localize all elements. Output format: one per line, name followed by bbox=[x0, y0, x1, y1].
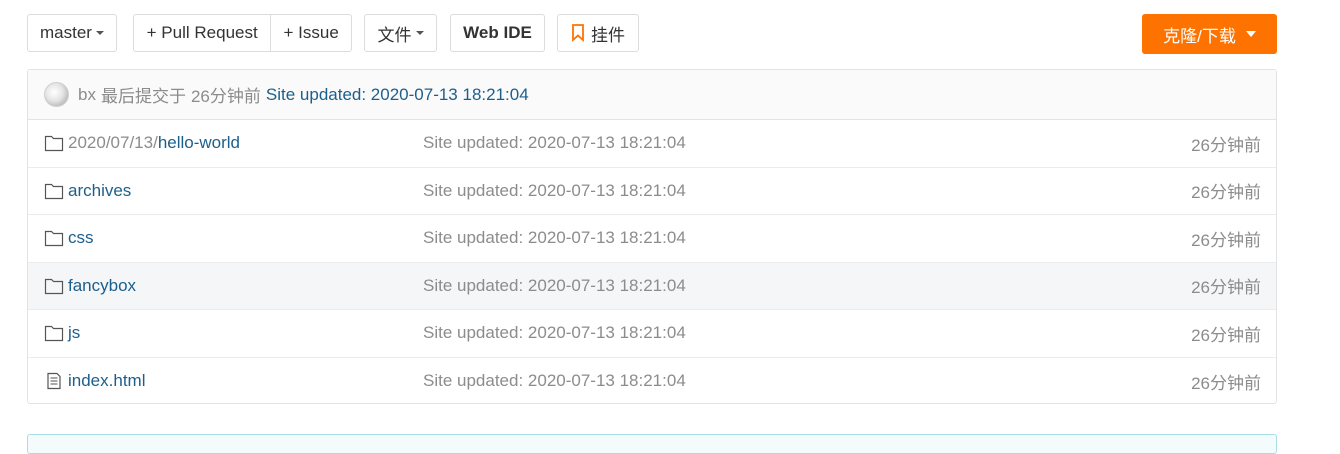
commit-author[interactable]: bx bbox=[78, 85, 96, 105]
file-time: 26分钟前 bbox=[1191, 278, 1261, 298]
file-time: 26分钟前 bbox=[1191, 230, 1261, 250]
table-row[interactable]: fancybox Site updated: 2020-07-13 18:21:… bbox=[28, 262, 1276, 310]
file-commit-message[interactable]: Site updated: 2020-07-13 18:21:04 bbox=[423, 228, 686, 248]
folder-icon bbox=[44, 278, 64, 294]
commit-message[interactable]: Site updated: 2020-07-13 18:21:04 bbox=[266, 85, 529, 105]
files-label: 文件 bbox=[377, 25, 412, 45]
table-row[interactable]: css Site updated: 2020-07-13 18:21:04 26… bbox=[28, 215, 1276, 263]
folder-icon bbox=[44, 325, 64, 342]
chevron-down-icon bbox=[95, 31, 104, 35]
chevron-down-icon bbox=[1245, 31, 1256, 37]
web-ide-button[interactable]: Web IDE bbox=[450, 14, 545, 52]
repo-toolbar: master + Pull Request + Issue 文件 Web IDE… bbox=[27, 14, 1277, 54]
issue-label: + Issue bbox=[283, 23, 339, 42]
folder-icon bbox=[44, 183, 64, 199]
commit-time: 26分钟前 bbox=[190, 87, 261, 106]
file-commit-message[interactable]: Site updated: 2020-07-13 18:21:04 bbox=[423, 133, 686, 153]
bookmark-icon bbox=[572, 24, 584, 42]
pull-request-label: + Pull Request bbox=[146, 23, 258, 42]
file-commit-message[interactable]: Site updated: 2020-07-13 18:21:04 bbox=[423, 323, 686, 343]
table-row[interactable]: archives Site updated: 2020-07-13 18:21:… bbox=[28, 168, 1276, 215]
chevron-down-icon bbox=[415, 31, 424, 35]
file-time: 26分钟前 bbox=[1191, 183, 1261, 203]
widget-label: 挂件 bbox=[591, 25, 625, 45]
file-time: 26分钟前 bbox=[1191, 325, 1261, 345]
avatar[interactable] bbox=[44, 82, 69, 107]
issue-button[interactable]: + Issue bbox=[270, 15, 351, 51]
file-commit-message[interactable]: Site updated: 2020-07-13 18:21:04 bbox=[423, 371, 686, 391]
clone-download-button[interactable]: 克隆/下载 bbox=[1142, 14, 1277, 54]
commit-prefix: 最后提交于 bbox=[100, 87, 186, 106]
file-time: 26分钟前 bbox=[1191, 135, 1261, 155]
file-commit-message[interactable]: Site updated: 2020-07-13 18:21:04 bbox=[423, 276, 686, 296]
pr-issue-group: + Pull Request + Issue bbox=[133, 14, 352, 52]
file-name[interactable]: js bbox=[68, 323, 80, 343]
branch-select[interactable]: master bbox=[27, 14, 117, 52]
path-prefix[interactable]: 2020/07/13/ bbox=[68, 133, 158, 152]
file-time: 26分钟前 bbox=[1191, 373, 1261, 393]
folder-icon bbox=[44, 230, 64, 247]
file-name[interactable]: fancybox bbox=[68, 276, 136, 296]
file-name[interactable]: 2020/07/13/hello-world bbox=[68, 133, 240, 153]
table-row[interactable]: index.html Site updated: 2020-07-13 18:2… bbox=[28, 358, 1276, 406]
file-name[interactable]: css bbox=[68, 228, 94, 248]
readme-panel bbox=[27, 434, 1277, 454]
pull-request-button[interactable]: + Pull Request bbox=[134, 15, 270, 51]
files-menu-button[interactable]: 文件 bbox=[364, 14, 437, 52]
table-row[interactable]: 2020/07/13/hello-world Site updated: 202… bbox=[28, 120, 1276, 168]
latest-commit-bar: bx 最后提交于 26分钟前 Site updated: 2020-07-13 … bbox=[28, 70, 1276, 120]
file-tree-panel: bx 最后提交于 26分钟前 Site updated: 2020-07-13 … bbox=[27, 69, 1277, 404]
clone-label: 克隆/下载 bbox=[1163, 26, 1236, 46]
file-name[interactable]: index.html bbox=[68, 371, 145, 391]
file-commit-message[interactable]: Site updated: 2020-07-13 18:21:04 bbox=[423, 181, 686, 201]
path-leaf[interactable]: hello-world bbox=[158, 133, 240, 152]
branch-label: master bbox=[40, 23, 92, 42]
table-row[interactable]: js Site updated: 2020-07-13 18:21:04 26分… bbox=[28, 310, 1276, 358]
web-ide-label: Web IDE bbox=[463, 23, 532, 42]
widget-button[interactable]: 挂件 bbox=[557, 14, 639, 52]
file-name[interactable]: archives bbox=[68, 181, 131, 201]
folder-icon bbox=[44, 135, 64, 152]
file-icon bbox=[47, 372, 61, 389]
